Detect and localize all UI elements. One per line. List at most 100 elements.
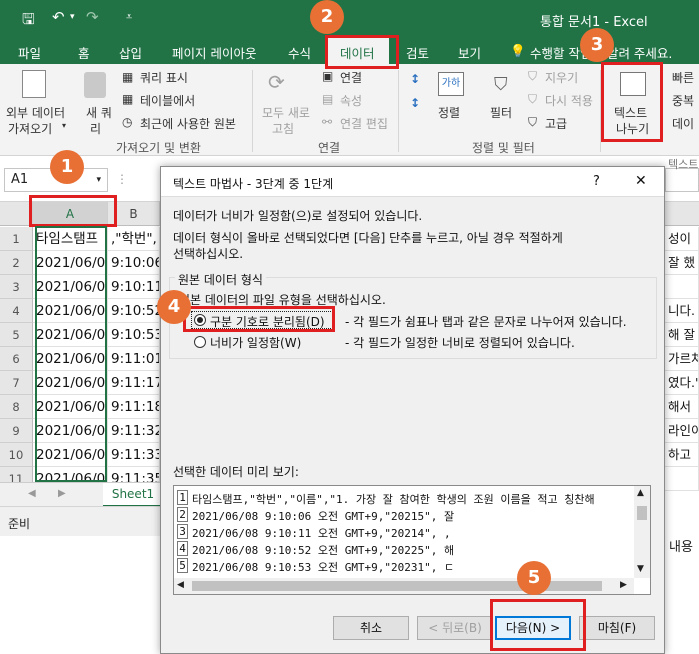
formula-right-hint: 텍스트 필 | 데이터를 정 bbox=[668, 158, 699, 171]
scroll-up-icon[interactable]: ▲ bbox=[637, 488, 644, 498]
cell-b[interactable]: 9:11:32 bbox=[108, 419, 160, 443]
cell-b[interactable]: ,"학번", bbox=[108, 227, 160, 251]
filter-button[interactable]: 필터 bbox=[490, 104, 512, 121]
row-header[interactable]: 2 bbox=[0, 251, 33, 275]
row-header[interactable]: 5 bbox=[0, 323, 33, 347]
cell-b[interactable]: 9:10:52 bbox=[108, 299, 160, 323]
sort-za-icon[interactable]: ↕ bbox=[410, 96, 420, 110]
help-icon[interactable]: ? bbox=[593, 174, 600, 189]
cell-right-edge[interactable]: 하고 bbox=[665, 443, 699, 467]
cell-right-edge[interactable]: 잘 했 bbox=[665, 251, 699, 275]
highlight-next-button bbox=[490, 599, 586, 651]
cell-b[interactable]: 9:11:17 bbox=[108, 371, 160, 395]
preview-line: 2021/06/08 9:10:53 오전 GMT+9,"20231", ㄷ bbox=[192, 561, 455, 574]
column-header-right[interactable] bbox=[665, 202, 699, 226]
close-icon[interactable]: ✕ bbox=[635, 173, 647, 189]
highlight-delimited-option bbox=[183, 306, 335, 332]
dialog-title: 텍스트 마법사 - 3단계 중 1단계 bbox=[173, 177, 334, 191]
preview-box[interactable]: 1 타임스탬프,"학번","이름","1. 가장 잘 참여한 학생의 조원 이름을… bbox=[173, 485, 651, 595]
cell-right-edge[interactable]: 였다." bbox=[665, 371, 699, 395]
preview-hscroll[interactable]: ◀ ▶ bbox=[174, 578, 634, 594]
refresh-all-button[interactable]: 모두 새로 bbox=[262, 104, 310, 121]
show-queries-button[interactable]: 쿼리 표시 bbox=[140, 69, 188, 86]
row-header[interactable]: 3 bbox=[0, 275, 33, 299]
data-validation-button[interactable]: 데이 bbox=[672, 115, 694, 132]
cancel-button[interactable]: 취소 bbox=[333, 616, 409, 640]
refresh-all-label2: 고침 bbox=[272, 122, 295, 136]
save-icon[interactable]: 🖫 bbox=[22, 9, 35, 34]
redo-icon[interactable]: ↷ bbox=[86, 8, 99, 26]
tab-formulas[interactable]: 수식 bbox=[288, 43, 311, 62]
scroll-down-icon[interactable]: ▼ bbox=[637, 564, 644, 574]
flash-fill-button[interactable]: 빠른 bbox=[672, 69, 694, 86]
status-right: 내용 bbox=[665, 528, 699, 558]
tab-review[interactable]: 검토 bbox=[406, 43, 429, 62]
tab-home[interactable]: 홈 bbox=[78, 43, 90, 62]
get-external-data-button[interactable]: 외부 데이터 bbox=[6, 104, 65, 121]
scroll-right-icon[interactable]: ▶ bbox=[58, 488, 66, 499]
window-title: 통합 문서1 - Excel bbox=[540, 15, 648, 30]
row-header[interactable]: 1 bbox=[0, 227, 33, 251]
new-query-button[interactable]: 새 쿼 bbox=[86, 104, 112, 121]
reapply-button[interactable]: 다시 적용 bbox=[545, 92, 593, 109]
tab-file[interactable]: 파일 bbox=[18, 43, 41, 62]
below-area bbox=[0, 536, 160, 654]
edit-links-button[interactable]: 연결 편집 bbox=[340, 115, 388, 132]
tab-view[interactable]: 보기 bbox=[458, 43, 481, 62]
qat-customize-icon[interactable]: ⩡ bbox=[126, 10, 132, 24]
ribbon: 외부 데이터 가져오기 ▾ 새 쿼 리 ▦ 쿼리 표시 ▦ 테이블에서 ◷ 최근… bbox=[0, 64, 699, 156]
connections-button[interactable]: 연결 bbox=[340, 69, 362, 86]
cell-right-edge[interactable]: 니다. bbox=[665, 299, 699, 323]
cell-b[interactable]: 9:11:18 bbox=[108, 395, 160, 419]
sheet-tab-sheet1[interactable]: Sheet1 bbox=[103, 483, 163, 507]
scroll-thumb[interactable] bbox=[637, 506, 647, 520]
cell-right-edge[interactable] bbox=[665, 467, 699, 491]
row-header[interactable]: 8 bbox=[0, 395, 33, 419]
advanced-icon: ⛉ bbox=[528, 115, 538, 129]
radio-fixed-width[interactable] bbox=[194, 336, 206, 348]
cell-right-edge[interactable]: 해 잘 bbox=[665, 323, 699, 347]
cell-right-edge[interactable]: 가르쳐 bbox=[665, 347, 699, 371]
finish-button[interactable]: 마침(F) bbox=[579, 616, 655, 640]
chevron-down-icon: ▾ bbox=[96, 175, 101, 185]
tab-insert[interactable]: 삽입 bbox=[119, 43, 142, 62]
remove-duplicates-button[interactable]: 중복 bbox=[672, 92, 694, 109]
properties-icon: ▤ bbox=[322, 92, 334, 106]
from-table-button[interactable]: 테이블에서 bbox=[140, 92, 195, 109]
cell-b[interactable]: 9:10:53 bbox=[108, 323, 160, 347]
undo-icon[interactable]: ↶ bbox=[52, 8, 65, 26]
properties-button[interactable]: 속성 bbox=[340, 92, 362, 109]
recent-sources-button[interactable]: 최근에 사용한 원본 bbox=[140, 115, 236, 132]
cell-right-edge[interactable] bbox=[665, 275, 699, 299]
preview-vscroll[interactable]: ▲ ▼ bbox=[634, 486, 650, 578]
row-header[interactable]: 6 bbox=[0, 347, 33, 371]
cell-b[interactable]: 9:11:01 bbox=[108, 347, 160, 371]
advanced-button[interactable]: 고급 bbox=[545, 115, 567, 132]
preview-row-number: 5 bbox=[177, 558, 188, 573]
tab-page-layout[interactable]: 페이지 레이아웃 bbox=[172, 43, 256, 62]
row-header[interactable]: 4 bbox=[0, 299, 33, 323]
undo-dropdown-icon[interactable]: ▾ bbox=[70, 12, 75, 22]
sort-button[interactable]: 정렬 bbox=[438, 104, 460, 121]
sort-az-icon[interactable]: ↕ bbox=[410, 72, 420, 86]
new-query-icon bbox=[84, 72, 106, 98]
back-button[interactable]: < 뒤로(B) bbox=[417, 616, 493, 640]
cell-b[interactable]: 9:10:06 bbox=[108, 251, 160, 275]
row-header[interactable]: 9 bbox=[0, 419, 33, 443]
scroll-left-icon[interactable]: ◀ bbox=[28, 488, 36, 499]
cell-b[interactable]: 9:11:33 bbox=[108, 443, 160, 467]
row-header[interactable]: 10 bbox=[0, 443, 33, 467]
cell-right-edge[interactable]: 라인이 bbox=[665, 419, 699, 443]
clear-button[interactable]: 지우기 bbox=[545, 69, 578, 86]
row-header[interactable]: 7 bbox=[0, 371, 33, 395]
scroll-right-icon[interactable]: ▶ bbox=[620, 580, 627, 590]
cell-right-edge[interactable]: 성이 bbox=[665, 227, 699, 251]
step-badge-5: 5 bbox=[517, 561, 551, 595]
preview-row-number: 3 bbox=[177, 524, 188, 539]
connections-icon: ▣ bbox=[322, 69, 334, 83]
cell-right-edge[interactable]: 해서 bbox=[665, 395, 699, 419]
option-fixed-width-label[interactable]: 너비가 일정함(W) bbox=[210, 334, 301, 351]
scroll-left-icon[interactable]: ◀ bbox=[177, 580, 184, 590]
preview-line: 2021/06/08 9:10:52 오전 GMT+9,"20225", 해 bbox=[192, 544, 455, 557]
cell-b[interactable]: 9:10:11 bbox=[108, 275, 160, 299]
